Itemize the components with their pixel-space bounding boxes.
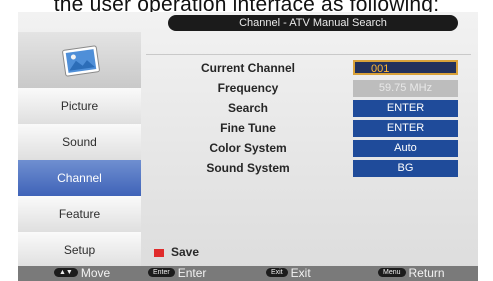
divider xyxy=(146,54,471,55)
tv-menu-screen: Channel - ATV Manual Search Picture Soun… xyxy=(18,12,478,281)
color-system-label: Color System xyxy=(209,141,287,155)
fine-tune-label: Fine Tune xyxy=(220,121,276,135)
sidebar-item-channel[interactable]: Channel xyxy=(18,160,141,197)
sidebar-item-sound[interactable]: Sound xyxy=(18,124,141,161)
menu-title: Channel - ATV Manual Search xyxy=(168,15,458,31)
frequency-label: Frequency xyxy=(217,81,279,95)
search-button[interactable]: ENTER xyxy=(353,100,458,117)
fine-tune-button[interactable]: ENTER xyxy=(353,120,458,137)
sidebar: Picture Sound Channel Feature Setup xyxy=(18,32,141,269)
color-system-value[interactable]: Auto xyxy=(353,140,458,157)
frequency-value: 59.75 MHz xyxy=(353,80,458,97)
save-red-key-icon xyxy=(154,249,164,257)
sidebar-item-picture[interactable]: Picture xyxy=(18,88,141,125)
current-channel-label: Current Channel xyxy=(200,61,295,75)
sound-system-value[interactable]: BG xyxy=(353,160,458,177)
sound-system-label: Sound System xyxy=(206,161,290,175)
sidebar-item-setup[interactable]: Setup xyxy=(18,232,141,269)
exit-key-icon: Exit xyxy=(266,268,288,278)
photo-icon xyxy=(62,45,100,77)
arrow-keys-icon: ▲▼ xyxy=(54,268,78,278)
hint-move: ▲▼ Move xyxy=(54,266,110,281)
search-label: Search xyxy=(227,101,269,115)
sidebar-item-feature[interactable]: Feature xyxy=(18,196,141,233)
hint-enter: Enter Enter xyxy=(148,266,206,281)
hint-move-label: Move xyxy=(80,266,111,280)
save-label[interactable]: Save xyxy=(171,245,199,259)
hint-return: Menu Return xyxy=(378,266,445,281)
enter-key-icon: Enter xyxy=(148,268,175,278)
footer-hint-bar: ▲▼ Move Enter Enter Exit Exit Menu Return xyxy=(18,266,478,281)
current-channel-value[interactable]: 001 xyxy=(353,60,458,75)
hint-exit-label: Exit xyxy=(290,266,311,280)
hint-return-label: Return xyxy=(408,266,445,280)
hint-enter-label: Enter xyxy=(177,266,207,280)
hint-exit: Exit Exit xyxy=(266,266,311,281)
picture-preview-tile xyxy=(18,32,141,89)
menu-key-icon: Menu xyxy=(378,268,406,278)
